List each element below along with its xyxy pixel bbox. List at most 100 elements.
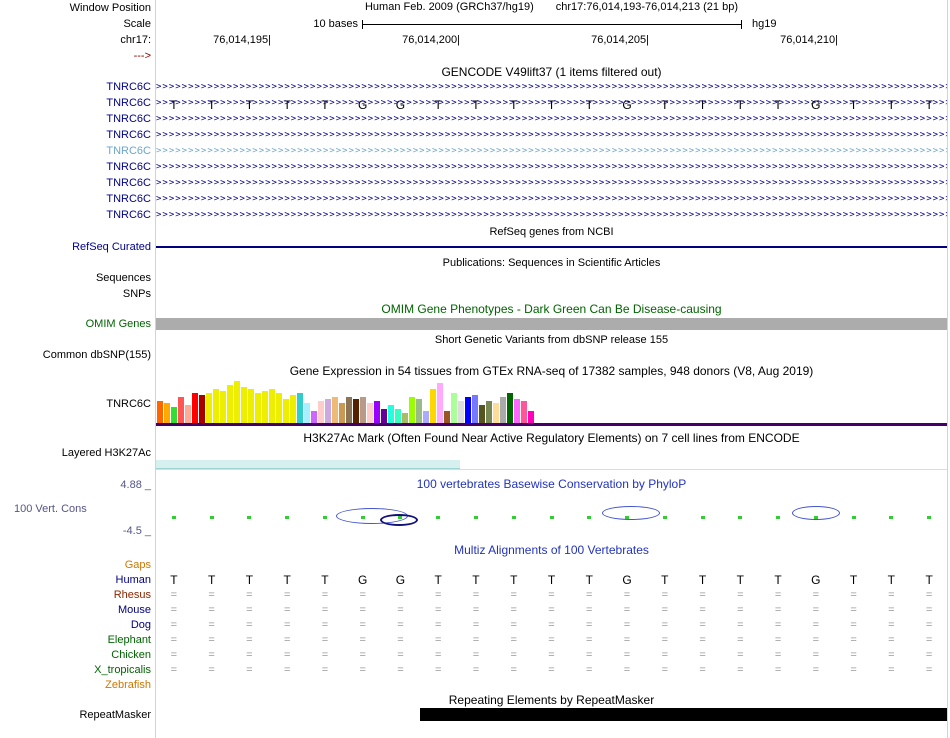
gtex-bar[interactable] [402, 413, 408, 423]
gtex-bar[interactable] [444, 411, 450, 423]
transcript-label[interactable]: TNRC6C [0, 176, 151, 190]
omim-genes-row[interactable]: OMIM Genes [0, 317, 950, 331]
gtex-bar[interactable] [206, 393, 212, 423]
transcript-arrows[interactable]: >>>>>>>>>>>>>>>>>>>>>>>>>>>>>>>>>>>>>>>>… [156, 177, 947, 189]
refseq-curated-row[interactable]: RefSeq Curated [0, 240, 950, 254]
transcript-arrows[interactable]: >>>>>>>>>>>>>>>>>>>>>>>>>>>>>>>>>>>>>>>>… [156, 129, 947, 141]
species-label-mouse[interactable]: Mouse [0, 603, 151, 618]
transcript-label[interactable]: TNRC6C [0, 144, 151, 158]
species-row[interactable]: Chicken = = = = = = = = = = = = = = = = = = = = = [0, 648, 950, 663]
species-row[interactable]: X_tropicalis = = = = = = = = = = = = = = = = = = = = = [0, 663, 950, 678]
refseq-gene-line[interactable] [155, 246, 948, 248]
gtex-bar[interactable] [472, 395, 478, 423]
gtex-bar[interactable] [346, 397, 352, 423]
gtex-bar[interactable] [283, 399, 289, 423]
species-row[interactable]: Gaps [0, 558, 950, 573]
snps-row[interactable]: SNPs [0, 287, 950, 301]
gtex-bar[interactable] [248, 389, 254, 423]
phylop-track[interactable]: 100 Vert. Cons -4.5 _ [0, 492, 950, 538]
species-label-chicken[interactable]: Chicken [0, 648, 151, 663]
gtex-bar[interactable] [493, 403, 499, 423]
gtex-bar[interactable] [213, 389, 219, 423]
gtex-bar[interactable] [178, 397, 184, 423]
transcript-arrows[interactable]: >>>>>>>>>>>>>>>>>>>>>>>>>>>>>>>>>>>>>>>>… [156, 81, 947, 93]
gtex-bar[interactable] [318, 401, 324, 423]
gtex-bar[interactable] [185, 405, 191, 423]
gtex-bar[interactable] [507, 393, 513, 423]
gtex-bar[interactable] [164, 403, 170, 423]
species-row[interactable]: Dog = = = = = = = = = = = = = = = = = = = = = [0, 618, 950, 633]
gtex-bar[interactable] [360, 397, 366, 423]
gtex-bar[interactable] [486, 401, 492, 423]
gtex-gene-label[interactable]: TNRC6C [0, 397, 151, 411]
gtex-bar[interactable] [199, 395, 205, 423]
species-label-human[interactable]: Human [0, 573, 151, 588]
gtex-bar[interactable] [171, 407, 177, 423]
gtex-bar[interactable] [458, 401, 464, 423]
gtex-bar[interactable] [255, 393, 261, 423]
dbsnp-row[interactable]: Common dbSNP(155) [0, 348, 950, 362]
transcript-label[interactable]: TNRC6C [0, 128, 151, 142]
transcript-row[interactable]: TNRC6C >>>>>>>>>>>>>>>>>>>>>>>>>>>>>>>>>>… [0, 208, 950, 222]
transcript-label[interactable]: TNRC6C [0, 112, 151, 126]
gtex-bar[interactable] [157, 401, 163, 423]
transcript-label[interactable]: TNRC6C [0, 192, 151, 206]
gtex-bar[interactable] [514, 399, 520, 423]
gtex-bar[interactable] [479, 405, 485, 423]
gtex-bar[interactable] [528, 411, 534, 423]
omim-gene-bar[interactable] [155, 318, 948, 330]
transcript-arrows[interactable]: >>>>>>>>>>>>>>>>>>>>>>>>>>>>>>>>>>>>>>>>… [156, 193, 947, 205]
gtex-bar[interactable] [395, 409, 401, 423]
transcript-label[interactable]: TNRC6C [0, 208, 151, 222]
species-row[interactable]: Mouse = = = = = = = = = = = = = = = = = = = = = [0, 603, 950, 618]
gtex-bar[interactable] [423, 411, 429, 423]
gtex-bar[interactable] [409, 397, 415, 423]
gtex-bar[interactable] [234, 381, 240, 423]
transcript-label[interactable]: TNRC6C [0, 96, 151, 110]
snps-label[interactable]: SNPs [0, 287, 151, 301]
gtex-bar[interactable] [332, 397, 338, 423]
gtex-bar[interactable] [276, 393, 282, 423]
species-row[interactable]: Rhesus = = = = = = = = = = = = = = = = = = = = = [0, 588, 950, 603]
gtex-bar[interactable] [269, 389, 275, 423]
transcript-label[interactable]: TNRC6C [0, 80, 151, 94]
transcript-row[interactable]: TNRC6C >>>>>>>>>>>>>>>>>>>>>>>>>>>>>>>>>>… [0, 192, 950, 206]
transcript-row[interactable]: TNRC6C >>>>>>>>>>>>>>>>>>>>>>>>>>>>>>>>>>… [0, 144, 950, 158]
gtex-track[interactable]: TNRC6C [0, 381, 950, 427]
gtex-bar[interactable] [388, 405, 394, 423]
species-label-gaps[interactable]: Gaps [0, 558, 151, 573]
sequences-row[interactable]: Sequences [0, 271, 950, 285]
transcript-row[interactable]: TNRC6C >>>>>>>>>>>>>>>>>>>>>>>>>>>>>>>>>>… [0, 112, 950, 126]
transcript-arrows[interactable]: >>>>>>>>>>>>>>>>>>>>>>>>>>>>>>>>>>>>>>>>… [156, 113, 947, 125]
gtex-bar[interactable] [353, 399, 359, 423]
gtex-bar[interactable] [381, 409, 387, 423]
gtex-bar[interactable] [367, 403, 373, 423]
omim-genes-label[interactable]: OMIM Genes [0, 317, 151, 331]
species-row[interactable]: Human T T T T T G G T T T T T G T T T T G T T T [0, 573, 950, 588]
gtex-bar[interactable] [521, 401, 527, 423]
gtex-bar[interactable] [227, 385, 233, 423]
dbsnp-label[interactable]: Common dbSNP(155) [0, 348, 151, 362]
repeat-element-bar[interactable] [420, 708, 948, 721]
species-label-rhesus[interactable]: Rhesus [0, 588, 151, 603]
repeatmasker-label[interactable]: RepeatMasker [0, 708, 151, 722]
gtex-bar[interactable] [220, 391, 226, 423]
transcript-row[interactable]: TNRC6C >>>>>>>>>>>>>>>>>>>>>>>>>>>>>>>>>>… [0, 128, 950, 142]
species-label-zebrafish[interactable]: Zebrafish [0, 678, 151, 693]
ruler-base-row[interactable]: ---> TTTTTGGTTTTTGTTTTGTTT [0, 49, 950, 112]
h3k27ac-label[interactable]: Layered H3K27Ac [0, 446, 151, 460]
repeatmasker-row[interactable]: RepeatMasker [0, 708, 950, 722]
transcript-row[interactable]: TNRC6C >>>>>>>>>>>>>>>>>>>>>>>>>>>>>>>>>>… [0, 80, 950, 94]
transcript-label[interactable]: TNRC6C [0, 160, 151, 174]
transcript-row[interactable]: TNRC6C >>>>>>>>>>>>>>>>>>>>>>>>>>>>>>>>>>… [0, 160, 950, 174]
transcript-arrows[interactable]: >>>>>>>>>>>>>>>>>>>>>>>>>>>>>>>>>>>>>>>>… [156, 209, 947, 221]
species-row[interactable]: Zebrafish [0, 678, 950, 693]
gtex-bar[interactable] [192, 393, 198, 423]
transcript-arrows[interactable]: >>>>>>>>>>>>>>>>>>>>>>>>>>>>>>>>>>>>>>>>… [156, 97, 947, 109]
gtex-bar[interactable] [430, 389, 436, 423]
species-label-x_tropicalis[interactable]: X_tropicalis [0, 663, 151, 678]
gtex-bar[interactable] [290, 395, 296, 423]
gtex-bar[interactable] [311, 411, 317, 423]
gtex-bar[interactable] [451, 393, 457, 423]
transcript-row[interactable]: TNRC6C >>>>>>>>>>>>>>>>>>>>>>>>>>>>>>>>>>… [0, 176, 950, 190]
